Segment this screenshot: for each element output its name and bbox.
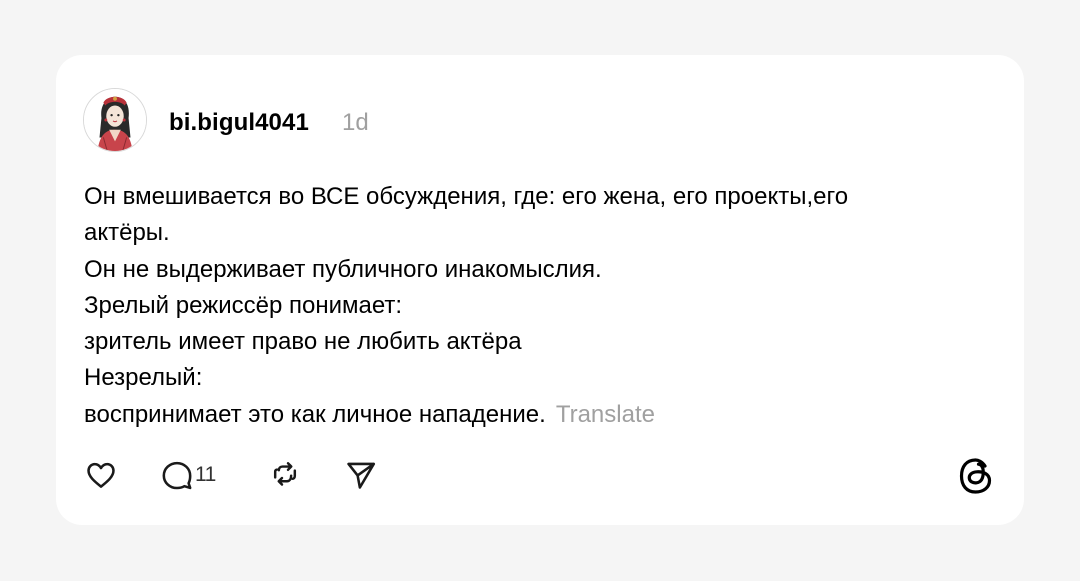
- comment-count: 11: [195, 463, 216, 486]
- threads-logo-icon[interactable]: [956, 455, 996, 497]
- translate-link[interactable]: Translate: [556, 401, 655, 428]
- heart-icon: [87, 462, 115, 488]
- post-text-line: актёры.: [84, 219, 170, 247]
- like-button[interactable]: [84, 457, 118, 493]
- speech-bubble-icon: [162, 461, 192, 490]
- repost-button[interactable]: [270, 457, 300, 493]
- post-text-last-line: воспринимает это как личное нападение. Tr…: [84, 397, 984, 433]
- post-text: Он вмешивается во ВСЕ обсуждения, где: е…: [84, 179, 984, 433]
- share-button[interactable]: [344, 457, 378, 493]
- username[interactable]: bi.bigul4041: [169, 108, 309, 138]
- post-text-line: зритель имеет право не любить актёра: [84, 328, 522, 356]
- avatar-illustration: [84, 89, 146, 151]
- comment-button[interactable]: 11: [160, 457, 216, 493]
- avatar[interactable]: [83, 88, 147, 152]
- paper-plane-icon: [347, 462, 376, 489]
- post-text-line: Он не выдерживает публичного инакомыслия…: [84, 255, 602, 283]
- action-bar: 11: [84, 457, 996, 493]
- post-text-line: Он вмешивается во ВСЕ обсуждения, где: е…: [84, 183, 849, 210]
- post-card: bi.bigul4041 1d Он вмешивается во ВСЕ об…: [56, 55, 1024, 525]
- post-text-line: Зрелый режиссёр понимает:: [84, 291, 403, 319]
- repost-icon: [273, 462, 297, 486]
- post-time[interactable]: 1d: [342, 108, 369, 138]
- post-text-line: Незрелый:: [84, 364, 203, 392]
- post-text-line: воспринимает это как личное нападение.: [84, 400, 546, 428]
